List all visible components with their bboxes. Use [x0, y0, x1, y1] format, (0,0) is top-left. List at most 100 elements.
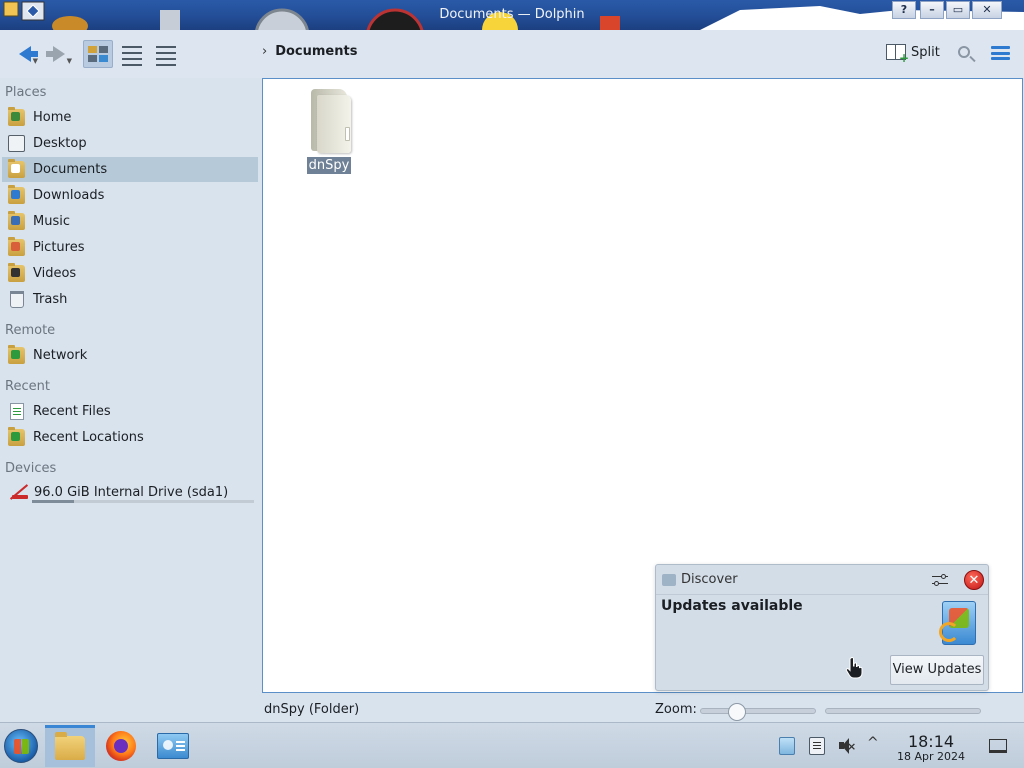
downloads-folder-icon	[8, 185, 25, 204]
arrow-left-icon	[19, 46, 38, 62]
back-button[interactable]: ▼	[10, 40, 40, 68]
minimize-button[interactable]: –	[920, 1, 944, 19]
split-view-icon	[886, 44, 909, 65]
split-button[interactable]: Split	[886, 44, 940, 65]
folder-icon	[55, 731, 85, 760]
notification-popup[interactable]: Discover ✕ Updates available View Update…	[655, 564, 989, 691]
drive-usage-bar	[32, 500, 254, 503]
desktop-icon	[8, 135, 25, 152]
task-dolphin[interactable]	[45, 725, 95, 767]
view-compact-button[interactable]	[117, 40, 147, 68]
pictures-folder-icon	[8, 237, 25, 256]
view-details-button[interactable]	[151, 40, 181, 68]
hamburger-menu-icon[interactable]	[991, 46, 1010, 60]
file-item-folder[interactable]: dnSpy	[299, 89, 359, 174]
documents-folder-icon	[8, 159, 25, 178]
taskbar: × ^ 18:14 18 Apr 2024	[0, 722, 1024, 768]
sidebar-item-label: Videos	[33, 266, 77, 281]
configure-icon[interactable]	[932, 573, 948, 587]
sidebar-item-label: Music	[33, 214, 70, 229]
music-folder-icon	[8, 211, 25, 230]
sidebar-item-pictures[interactable]: Pictures	[2, 235, 258, 260]
free-space-bar	[825, 708, 981, 714]
sidebar-item-label: Network	[33, 348, 88, 363]
chevron-down-icon: ▼	[66, 57, 72, 65]
status-text: dnSpy (Folder)	[264, 702, 360, 717]
sidebar-item-label: Downloads	[33, 188, 105, 203]
notification-app-name: Discover	[681, 572, 738, 587]
recent-files-icon	[10, 403, 24, 420]
sidebar-item-desktop[interactable]: Desktop	[2, 131, 258, 156]
sidebar-item-trash[interactable]: Trash	[2, 287, 258, 312]
sidebar-item-documents[interactable]: Documents	[2, 157, 258, 182]
sidebar-item-recent-files[interactable]: Recent Files	[2, 399, 258, 424]
breadcrumb[interactable]: › Documents	[262, 44, 357, 59]
firefox-icon	[106, 731, 136, 761]
chevron-right-icon: ›	[262, 44, 268, 59]
sidebar-item-label: Trash	[33, 292, 68, 307]
drive-icon	[8, 484, 30, 501]
discover-tray-icon[interactable]	[779, 737, 795, 755]
volume-muted-icon[interactable]: ×	[838, 737, 856, 755]
places-panel: Places Home Desktop Documents Downloads …	[0, 80, 262, 698]
start-menu-button[interactable]	[4, 729, 38, 763]
hand-cursor-icon	[845, 657, 863, 679]
clock-time[interactable]: 18:14	[895, 732, 967, 751]
search-icon[interactable]	[958, 46, 970, 58]
arrow-right-icon	[46, 46, 65, 62]
sidebar-item-home[interactable]: Home	[2, 105, 258, 130]
status-bar: dnSpy (Folder) Zoom:	[0, 698, 1024, 722]
maximize-button[interactable]: ▭	[946, 1, 970, 19]
chevron-down-icon: ▼	[32, 57, 38, 65]
folder-icon	[307, 89, 351, 153]
view-icons-button[interactable]	[83, 40, 113, 68]
sidebar-item-label: Desktop	[33, 136, 87, 151]
sidebar-item-music[interactable]: Music	[2, 209, 258, 234]
sidebar-item-label: Pictures	[33, 240, 85, 255]
section-header-recent: Recent	[5, 379, 50, 394]
sidebar-item-label: Home	[33, 110, 72, 125]
notification-summary: Updates available	[661, 598, 803, 614]
main-toolbar: ▼ ▼	[0, 30, 1024, 78]
section-header-devices: Devices	[5, 461, 57, 476]
close-button[interactable]: ✕	[972, 1, 1002, 19]
software-update-icon	[939, 601, 976, 645]
clock-date[interactable]: 18 Apr 2024	[893, 750, 969, 763]
clipboard-icon[interactable]	[809, 737, 825, 755]
task-firefox[interactable]	[96, 725, 146, 767]
file-item-name: dnSpy	[306, 157, 352, 174]
discover-app-icon	[662, 574, 676, 586]
task-system-settings[interactable]	[148, 725, 198, 767]
forward-button[interactable]: ▼	[44, 40, 74, 68]
tray-expand-icon[interactable]: ^	[867, 735, 879, 751]
sidebar-item-network[interactable]: Network	[2, 343, 258, 368]
videos-folder-icon	[8, 263, 25, 282]
icons-view-icon	[88, 46, 108, 62]
network-folder-icon	[8, 345, 25, 364]
sidebar-item-label: Recent Locations	[33, 430, 144, 445]
section-header-remote: Remote	[5, 323, 56, 338]
split-label: Split	[911, 44, 940, 60]
view-updates-button[interactable]: View Updates	[890, 655, 984, 685]
home-folder-icon	[8, 107, 25, 126]
help-button[interactable]: ?	[892, 1, 916, 19]
breadcrumb-item-documents[interactable]: Documents	[275, 44, 357, 59]
notification-divider	[656, 594, 988, 595]
sidebar-item-label: Documents	[33, 162, 108, 177]
settings-icon	[157, 733, 189, 759]
window-titlebar[interactable]: Documents — Dolphin ? – ▭ ✕	[0, 0, 1024, 30]
compact-view-icon	[122, 46, 142, 66]
sidebar-item-label: Recent Files	[33, 404, 111, 419]
trash-icon	[10, 291, 24, 308]
show-desktop-icon[interactable]	[989, 739, 1007, 753]
section-header-places: Places	[5, 85, 47, 100]
sidebar-item-videos[interactable]: Videos	[2, 261, 258, 286]
zoom-slider-handle[interactable]	[728, 703, 746, 721]
sidebar-item-recent-locations[interactable]: Recent Locations	[2, 425, 258, 450]
notification-close-button[interactable]: ✕	[964, 570, 984, 590]
sidebar-item-downloads[interactable]: Downloads	[2, 183, 258, 208]
window-title: Documents — Dolphin	[439, 7, 585, 22]
details-view-icon	[156, 46, 176, 66]
zoom-slider[interactable]	[700, 703, 816, 721]
sidebar-item-label: 96.0 GiB Internal Drive (sda1)	[34, 485, 229, 500]
